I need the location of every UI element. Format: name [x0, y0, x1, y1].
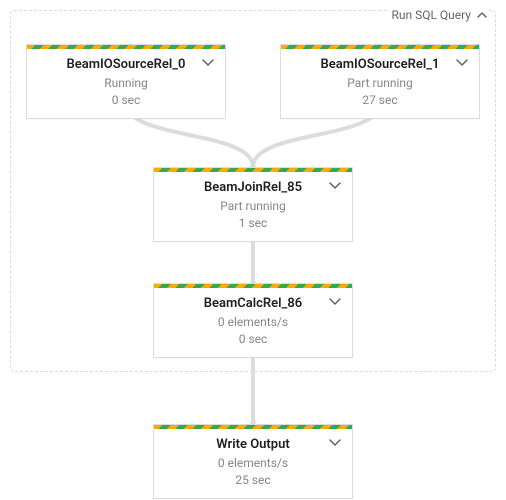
node-status: Part running [164, 198, 342, 215]
group-title: Run SQL Query [391, 8, 471, 22]
node-meta: 1 sec [164, 215, 342, 232]
node-title: BeamIOSourceRel_0 [37, 57, 215, 74]
node-beam-join-rel-85[interactable]: BeamJoinRel_85 Part running 1 sec [153, 167, 353, 242]
node-title: BeamJoinRel_85 [164, 180, 342, 197]
node-title: Write Output [164, 437, 342, 454]
chevron-down-icon[interactable] [453, 55, 471, 69]
node-meta: 27 sec [291, 92, 469, 109]
node-beam-calc-rel-86[interactable]: BeamCalcRel_86 0 elements/s 0 sec [153, 283, 353, 358]
node-write-output[interactable]: Write Output 0 elements/s 25 sec [153, 424, 353, 499]
node-beam-io-source-rel-1[interactable]: BeamIOSourceRel_1 Part running 27 sec [280, 44, 480, 119]
node-title: BeamIOSourceRel_1 [291, 57, 469, 74]
node-status: 0 elements/s [164, 314, 342, 331]
chevron-down-icon[interactable] [199, 55, 217, 69]
chevron-up-icon [477, 12, 487, 18]
node-meta: 0 sec [164, 331, 342, 348]
node-meta: 0 sec [37, 92, 215, 109]
chevron-down-icon[interactable] [326, 294, 344, 308]
group-header[interactable]: Run SQL Query [389, 8, 489, 22]
node-status: 0 elements/s [164, 455, 342, 472]
node-status: Part running [291, 75, 469, 92]
node-beam-io-source-rel-0[interactable]: BeamIOSourceRel_0 Running 0 sec [26, 44, 226, 119]
chevron-down-icon[interactable] [326, 435, 344, 449]
node-title: BeamCalcRel_86 [164, 296, 342, 313]
chevron-down-icon[interactable] [326, 178, 344, 192]
node-status: Running [37, 75, 215, 92]
node-meta: 25 sec [164, 472, 342, 489]
